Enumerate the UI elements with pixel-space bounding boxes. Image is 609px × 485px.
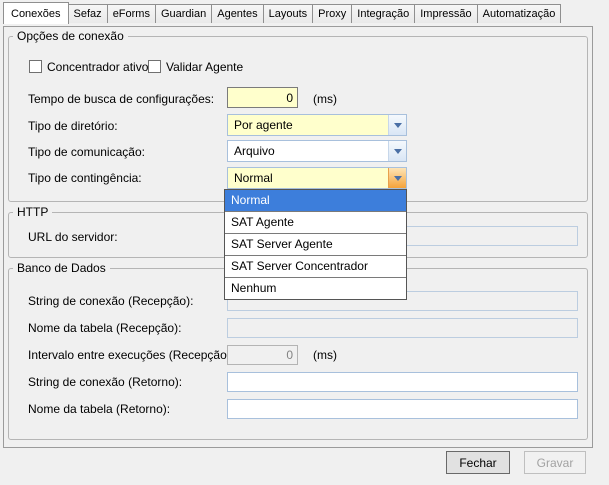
group-banco-dados-title: Banco de Dados: [13, 261, 110, 275]
tipo-diretorio-select[interactable]: Por agente: [227, 114, 407, 136]
string-conexao-retorno-label: String de conexão (Retorno):: [28, 375, 182, 389]
tab-impressao[interactable]: Impressão: [414, 4, 477, 23]
chevron-down-icon: [394, 123, 402, 128]
url-servidor-label: URL do servidor:: [28, 230, 118, 244]
tab-guardian[interactable]: Guardian: [155, 4, 212, 23]
tab-strip: Conexões Sefaz eForms Guardian Agentes L…: [3, 2, 560, 23]
tab-automatizacao[interactable]: Automatização: [477, 4, 562, 23]
nome-tabela-recepcao-label: Nome da tabela (Recepção):: [28, 321, 181, 335]
dropdown-option-sat-server-concentrador[interactable]: SAT Server Concentrador: [225, 256, 406, 278]
tipo-diretorio-label: Tipo de diretório:: [28, 119, 118, 133]
tipo-diretorio-value: Por agente: [228, 115, 388, 135]
tab-proxy[interactable]: Proxy: [312, 4, 352, 23]
tipo-comunicacao-dropdown-button[interactable]: [388, 141, 406, 161]
chevron-down-icon: [394, 149, 402, 154]
dropdown-option-normal[interactable]: Normal: [225, 190, 406, 212]
tipo-diretorio-dropdown-button[interactable]: [388, 115, 406, 135]
dropdown-option-nenhum[interactable]: Nenhum: [225, 278, 406, 299]
intervalo-execucoes-recepcao-unit: (ms): [313, 348, 337, 362]
chevron-down-icon: [394, 176, 402, 181]
concentrador-ativo-label: Concentrador ativo: [47, 60, 148, 74]
tipo-contingencia-label: Tipo de contingência:: [28, 171, 142, 185]
validar-agente-checkbox[interactable]: [148, 60, 161, 73]
gravar-button[interactable]: Gravar: [524, 451, 586, 474]
group-opcoes-conexao-title: Opções de conexão: [13, 29, 128, 43]
tipo-comunicacao-value: Arquivo: [228, 141, 388, 161]
string-conexao-retorno-input[interactable]: [227, 372, 578, 392]
tipo-contingencia-select[interactable]: Normal: [227, 167, 407, 189]
dropdown-option-sat-server-agente[interactable]: SAT Server Agente: [225, 234, 406, 256]
nome-tabela-recepcao-input[interactable]: [227, 318, 578, 338]
tab-sefaz[interactable]: Sefaz: [68, 4, 108, 23]
tab-agentes[interactable]: Agentes: [211, 4, 263, 23]
tipo-contingencia-dropdown-button[interactable]: [388, 168, 406, 188]
group-http-title: HTTP: [13, 205, 52, 219]
tipo-comunicacao-label: Tipo de comunicação:: [28, 145, 145, 159]
settings-window: Conexões Sefaz eForms Guardian Agentes L…: [0, 0, 609, 485]
tipo-contingencia-dropdown-list: Normal SAT Agente SAT Server Agente SAT …: [224, 189, 407, 300]
tipo-contingencia-value: Normal: [228, 168, 388, 188]
tab-integracao[interactable]: Integração: [351, 4, 415, 23]
tab-conexoes[interactable]: Conexões: [3, 2, 69, 24]
nome-tabela-retorno-label: Nome da tabela (Retorno):: [28, 402, 170, 416]
intervalo-execucoes-recepcao-label: Intervalo entre execuções (Recepção):: [28, 348, 234, 362]
tab-eforms[interactable]: eForms: [107, 4, 156, 23]
dropdown-option-sat-agente[interactable]: SAT Agente: [225, 212, 406, 234]
tipo-comunicacao-select[interactable]: Arquivo: [227, 140, 407, 162]
nome-tabela-retorno-input[interactable]: [227, 399, 578, 419]
string-conexao-recepcao-label: String de conexão (Recepção):: [28, 294, 193, 308]
intervalo-execucoes-recepcao-input[interactable]: [227, 345, 298, 365]
tempo-busca-unit: (ms): [313, 92, 337, 106]
concentrador-ativo-checkbox[interactable]: [29, 60, 42, 73]
fechar-button[interactable]: Fechar: [446, 451, 510, 474]
tempo-busca-input[interactable]: [227, 87, 298, 108]
validar-agente-label: Validar Agente: [166, 60, 243, 74]
tab-layouts[interactable]: Layouts: [263, 4, 314, 23]
tempo-busca-label: Tempo de busca de configurações:: [28, 92, 214, 106]
